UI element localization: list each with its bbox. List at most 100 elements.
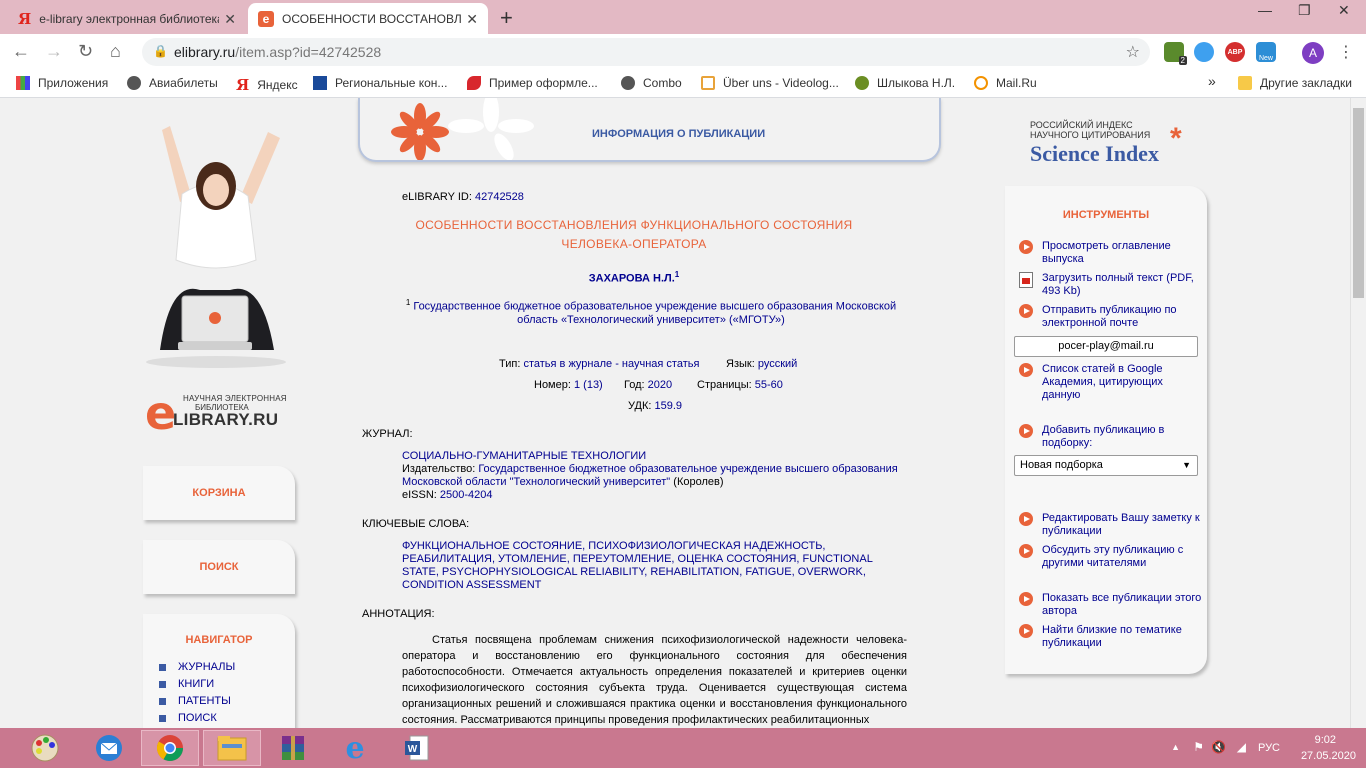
tab-close-icon[interactable]: ✕ [466, 11, 478, 28]
science-index-logo[interactable]: РОССИЙСКИЙ ИНДЕКС НАУЧНОГО ЦИТИРОВАНИЯ S… [1030, 120, 1205, 170]
taskbar-ie[interactable]: e [326, 730, 384, 766]
logo-name: LIBRARY.RU [173, 410, 279, 429]
navigator-panel: НАВИГАТОР ЖУРНАЛЫ КНИГИ ПАТЕНТЫ ПОИСК [143, 614, 295, 728]
vertical-scrollbar[interactable] [1350, 98, 1366, 728]
email-field[interactable]: pocer-play@mail.ru [1014, 336, 1198, 357]
tab-close-icon[interactable]: ✕ [224, 11, 236, 28]
volume-icon[interactable]: 🔇 [1211, 740, 1226, 754]
address-bar[interactable]: 🔒 elibrary.ru/item.asp?id=42742528 ☆ [142, 38, 1150, 66]
bookmark-apps[interactable]: Приложения [16, 76, 108, 90]
affiliation[interactable]: 1 Государственное бюджетное образователь… [396, 296, 906, 327]
language-indicator[interactable]: РУС [1258, 742, 1280, 754]
issue-number: Номер: 1 (13) [534, 379, 603, 391]
eissn-value: 2500-4204 [439, 489, 493, 501]
collection-select[interactable]: Новая подборка ▼ [1014, 455, 1198, 476]
publisher-value[interactable]: Государственное бюджетное образовательно… [402, 463, 898, 488]
udk: УДК: 159.9 [628, 400, 682, 412]
bookmark-star-icon[interactable]: ☆ [1126, 42, 1140, 62]
number-value[interactable]: 1 (13) [574, 379, 603, 391]
lock-icon[interactable]: 🔒 [153, 44, 168, 58]
bullet-icon [159, 663, 166, 671]
bookmark-other[interactable]: Другие закладки [1238, 76, 1352, 90]
abstract-text: Статья посвящена проблемам снижения псих… [402, 634, 907, 726]
author-name: ЗАХАРОВА Н.Л. [588, 272, 675, 285]
taskbar-chrome[interactable] [141, 730, 199, 766]
adblock-icon[interactable]: ABP [1225, 42, 1245, 62]
tool-label: Добавить публикацию в подборку: [1042, 424, 1165, 449]
chrome-icon [156, 735, 184, 762]
keywords-list[interactable]: ФУНКЦИОНАЛЬНОЕ СОСТОЯНИЕ, ПСИХОФИЗИОЛОГИ… [402, 540, 907, 592]
play-circle-icon [1019, 624, 1033, 638]
bookmark-videolog[interactable]: Über uns - Videolog... [701, 76, 839, 90]
close-window-button[interactable]: ✕ [1338, 2, 1350, 19]
taskbar-word[interactable]: W [388, 730, 446, 766]
start-button[interactable] [16, 730, 74, 766]
clock-date[interactable]: 27.05.2020 [1301, 750, 1356, 762]
bookmark-shlykova[interactable]: Шлыкова Н.Л. [855, 76, 955, 90]
back-arrow-icon[interactable]: ← [12, 41, 30, 62]
mail-icon [96, 735, 122, 761]
cart-button[interactable]: КОРЗИНА [143, 466, 295, 520]
publication-language: Язык: русский [726, 358, 797, 370]
bookmark-combo[interactable]: Combo [621, 76, 682, 90]
forward-arrow-icon[interactable]: → [45, 41, 63, 62]
scrollbar-thumb[interactable] [1353, 108, 1364, 298]
yandex-favicon-icon: Я [18, 9, 32, 28]
menu-dots-icon[interactable]: ⋮ [1338, 42, 1354, 62]
url-host: elibrary.ru [174, 44, 236, 60]
apps-grid-icon [16, 76, 30, 90]
title-line2: ЧЕЛОВЕКА-ОПЕРАТОРА [561, 237, 707, 251]
journal-name[interactable]: СОЦИАЛЬНО-ГУМАНИТАРНЫЕ ТЕХНОЛОГИИ [402, 450, 907, 463]
bookmarks-more-icon[interactable]: » [1208, 73, 1216, 89]
year-label: Год: [624, 379, 645, 391]
tab-publication[interactable]: e ОСОБЕННОСТИ ВОССТАНОВЛЕНИЯ ✕ [248, 3, 488, 34]
id-value[interactable]: 42742528 [475, 191, 524, 203]
bullet-icon [159, 697, 166, 705]
elibrary-logo[interactable]: e НАУЧНАЯ ЭЛЕКТРОННАЯ БИБЛИОТЕКА LIBRARY… [145, 390, 295, 437]
tray-expand-icon[interactable]: ▲ [1171, 742, 1180, 752]
new-tab-button[interactable]: + [500, 5, 513, 31]
nav-search[interactable]: ПОИСК [159, 712, 217, 724]
flag-icon[interactable]: ⚑ [1193, 740, 1204, 754]
lang-value: русский [757, 358, 798, 370]
paint-palette-icon [31, 734, 59, 762]
affiliation-text: Государственное бюджетное образовательно… [413, 300, 897, 326]
abstract-label: АННОТАЦИЯ: [362, 608, 435, 620]
eissn: eISSN: 2500-4204 [402, 489, 907, 502]
bookmark-aviabilety[interactable]: Авиабилеты [127, 76, 218, 90]
extension-new-icon[interactable]: New [1256, 42, 1276, 62]
taskbar-explorer[interactable] [203, 730, 261, 766]
type-value[interactable]: статья в журнале - научная статья [523, 358, 699, 370]
globe-icon [621, 76, 635, 90]
extension-cloud-icon[interactable] [1194, 42, 1214, 62]
windows-taskbar: e W ▲ ⚑ 🔇 ◢ РУС 9:02 27.05.2020 [0, 728, 1366, 768]
network-icon[interactable]: ◢ [1237, 740, 1246, 754]
search-button[interactable]: ПОИСК [143, 540, 295, 594]
nav-books[interactable]: КНИГИ [159, 678, 214, 690]
bookmark-yandex[interactable]: Я Яндекс [236, 76, 298, 94]
taskbar-mail[interactable] [80, 730, 138, 766]
nav-journals[interactable]: ЖУРНАЛЫ [159, 661, 235, 673]
udk-label: УДК: [628, 400, 652, 412]
author[interactable]: ЗАХАРОВА Н.Л.1 [360, 270, 908, 285]
bookmark-label: Шлыкова Н.Л. [877, 76, 956, 90]
url-text[interactable]: elibrary.ru/item.asp?id=42742528 [174, 44, 381, 60]
bookmark-primer[interactable]: Пример оформле... [467, 76, 598, 90]
tool-label: Просмотреть оглавление выпуска [1042, 240, 1171, 265]
taskbar-winrar[interactable] [264, 730, 322, 766]
home-icon[interactable]: ⌂ [110, 41, 121, 62]
extension-android-icon[interactable]: 2 [1164, 42, 1187, 65]
maximize-button[interactable]: ❐ [1298, 2, 1311, 19]
minimize-button[interactable]: — [1258, 2, 1272, 18]
reload-icon[interactable]: ↻ [78, 41, 93, 62]
journal-label: ЖУРНАЛ: [362, 428, 413, 440]
publication-year: Год: 2020 [624, 379, 672, 391]
bookmark-regional[interactable]: Региональные кон... [313, 76, 447, 90]
bookmark-label: Региональные кон... [335, 76, 448, 90]
bookmark-mailru[interactable]: Mail.Ru [974, 76, 1037, 90]
clock-time[interactable]: 9:02 [1315, 734, 1336, 746]
profile-avatar[interactable]: A [1302, 42, 1324, 64]
dropdown-arrow-icon: ▼ [1182, 460, 1191, 470]
tab-elibrary[interactable]: Я e-library электронная библиотека ✕ [8, 3, 246, 34]
nav-patents[interactable]: ПАТЕНТЫ [159, 695, 231, 707]
